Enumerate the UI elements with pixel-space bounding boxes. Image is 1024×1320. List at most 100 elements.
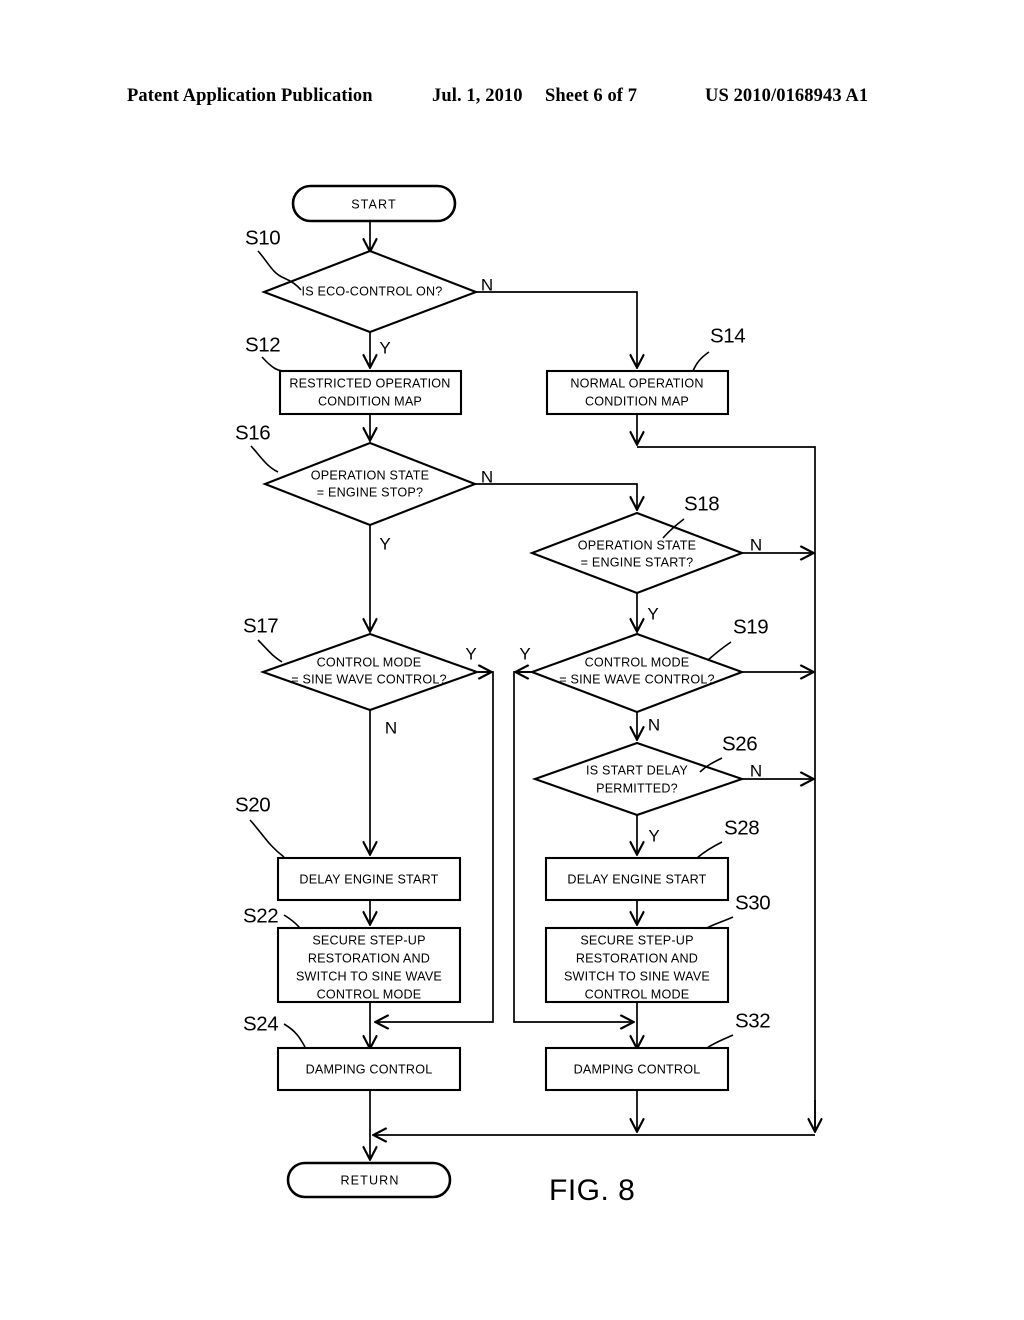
edge-s16-no-to-s18 <box>475 483 637 509</box>
leader-s12 <box>261 356 289 372</box>
terminal-start: START <box>291 184 457 223</box>
process-s30: SECURE STEP-UP RESTORATION AND SWITCH TO… <box>544 926 730 1004</box>
decision-s17-line-1: CONTROL MODE <box>317 655 422 669</box>
leader-s22 <box>283 914 301 929</box>
decision-s16-shape <box>262 441 478 527</box>
process-s24-line-1: DAMPING CONTROL <box>306 1062 433 1076</box>
step-label-s26-text: S26 <box>722 732 757 755</box>
decision-s16-line-1: OPERATION STATE <box>311 468 429 482</box>
process-s22-line-3: SWITCH TO SINE WAVE <box>296 969 442 983</box>
branch-label-s17-no: N <box>385 718 397 737</box>
process-s22-line-2: RESTORATION AND <box>308 951 430 965</box>
figure-caption: FIG. 8 <box>549 1174 635 1207</box>
process-s32: DAMPING CONTROL <box>544 1046 730 1092</box>
leader-s20 <box>249 819 285 858</box>
leader-s24 <box>283 1023 306 1048</box>
decision-s18-line-2: = ENGINE START? <box>581 555 694 569</box>
decision-s18-line-1: OPERATION STATE <box>578 538 696 552</box>
decision-s19-line-1: CONTROL MODE <box>585 655 690 669</box>
leader-s14 <box>692 351 710 372</box>
process-s20: DELAY ENGINE START <box>276 856 462 902</box>
step-label-s14-text: S14 <box>710 324 745 347</box>
process-s12-line-2: CONDITION MAP <box>318 394 422 408</box>
branch-label-s16-yes: Y <box>379 534 390 553</box>
decision-s26-line-2: PERMITTED? <box>596 781 678 795</box>
step-label-s20: S20 <box>235 793 285 858</box>
branch-label-s26-no: N <box>750 761 762 780</box>
decision-s16-line-2: = ENGINE STOP? <box>317 485 424 499</box>
process-s28: DELAY ENGINE START <box>544 856 730 902</box>
leader-s28 <box>696 841 723 859</box>
step-label-s24: S24 <box>243 1012 306 1048</box>
process-s22-line-4: CONTROL MODE <box>317 987 422 1001</box>
branch-label-s19-no: N <box>648 715 660 734</box>
process-s30-line-1: SECURE STEP-UP <box>580 933 693 947</box>
decision-s19-line-2: = SINE WAVE CONTROL? <box>559 672 715 686</box>
process-s30-line-2: RESTORATION AND <box>576 951 698 965</box>
step-label-s17: S17 <box>243 614 283 663</box>
process-s22: SECURE STEP-UP RESTORATION AND SWITCH TO… <box>276 926 462 1004</box>
process-s30-line-3: SWITCH TO SINE WAVE <box>564 969 710 983</box>
process-s32-line-1: DAMPING CONTROL <box>574 1062 701 1076</box>
branch-label-s18-no: N <box>750 535 762 554</box>
process-s12: RESTRICTED OPERATION CONDITION MAP <box>278 369 463 416</box>
leader-s19 <box>707 641 732 661</box>
step-label-s19: S19 <box>707 615 769 661</box>
leader-s17 <box>257 639 283 663</box>
step-label-s12-text: S12 <box>245 333 280 356</box>
step-label-s18-text: S18 <box>684 492 719 515</box>
leader-s30 <box>706 916 734 929</box>
branch-label-s10-yes: Y <box>379 338 390 357</box>
process-s14: NORMAL OPERATION CONDITION MAP <box>545 369 730 416</box>
step-label-s19-text: S19 <box>733 615 768 638</box>
step-label-s22-text: S22 <box>243 904 278 927</box>
decision-s10: IS ECO-CONTROL ON? <box>261 249 479 334</box>
decision-s26-shape <box>531 741 746 817</box>
process-s30-line-4: CONTROL MODE <box>585 987 690 1001</box>
process-s14-line-2: CONDITION MAP <box>585 394 689 408</box>
edge-s10-no-to-s14 <box>476 291 637 367</box>
step-label-s17-text: S17 <box>243 614 278 637</box>
branch-label-s16-no: N <box>481 467 493 486</box>
decision-s10-line-1: IS ECO-CONTROL ON? <box>302 284 443 298</box>
step-label-s12: S12 <box>245 333 289 372</box>
terminal-start-label: START <box>351 197 397 211</box>
step-label-s20-text: S20 <box>235 793 270 816</box>
decision-s18: OPERATION STATE = ENGINE START? <box>529 511 745 595</box>
step-label-s32: S32 <box>706 1009 771 1049</box>
branch-label-s17-yes: Y <box>465 644 476 663</box>
branch-label-s26-yes: Y <box>648 826 659 845</box>
step-label-s10-text: S10 <box>245 226 280 249</box>
process-s22-line-1: SECURE STEP-UP <box>312 933 425 947</box>
branch-label-s10-no: N <box>481 275 493 294</box>
step-label-s24-text: S24 <box>243 1012 278 1035</box>
step-label-s28: S28 <box>696 816 760 859</box>
step-label-s16: S16 <box>235 421 279 473</box>
step-label-s28-text: S28 <box>724 816 759 839</box>
branch-label-s18-yes: Y <box>647 604 658 623</box>
branch-label-s19-yes: Y <box>519 644 530 663</box>
step-label-s22: S22 <box>243 904 301 929</box>
terminal-return-label: RETURN <box>340 1173 399 1187</box>
decision-s17-line-2: = SINE WAVE CONTROL? <box>291 672 447 686</box>
patent-figure-page: Patent Application Publication Jul. 1, 2… <box>0 0 1024 1320</box>
decision-s16: OPERATION STATE = ENGINE STOP? <box>262 441 478 527</box>
process-s14-line-1: NORMAL OPERATION <box>570 376 703 390</box>
flowchart-figure: START IS ECO-CONTROL ON? S10 RESTRICTED … <box>235 184 1024 1207</box>
process-s28-line-1: DELAY ENGINE START <box>567 872 706 886</box>
step-label-s26: S26 <box>699 732 758 773</box>
decision-s18-shape <box>529 511 745 595</box>
decision-s26-line-1: IS START DELAY <box>586 763 688 777</box>
terminal-return: RETURN <box>286 1161 452 1199</box>
step-label-s30-text: S30 <box>735 891 770 914</box>
decision-s19: CONTROL MODE = SINE WAVE CONTROL? <box>528 632 746 714</box>
leader-s16 <box>250 445 279 473</box>
leader-s10 <box>257 250 302 291</box>
decision-s26: IS START DELAY PERMITTED? <box>531 741 746 817</box>
step-label-s16-text: S16 <box>235 421 270 444</box>
process-s20-line-1: DELAY ENGINE START <box>299 872 438 886</box>
decision-s17: CONTROL MODE = SINE WAVE CONTROL? <box>259 632 481 712</box>
process-s24: DAMPING CONTROL <box>276 1046 462 1092</box>
step-label-s14: S14 <box>692 324 746 372</box>
step-label-s32-text: S32 <box>735 1009 770 1032</box>
